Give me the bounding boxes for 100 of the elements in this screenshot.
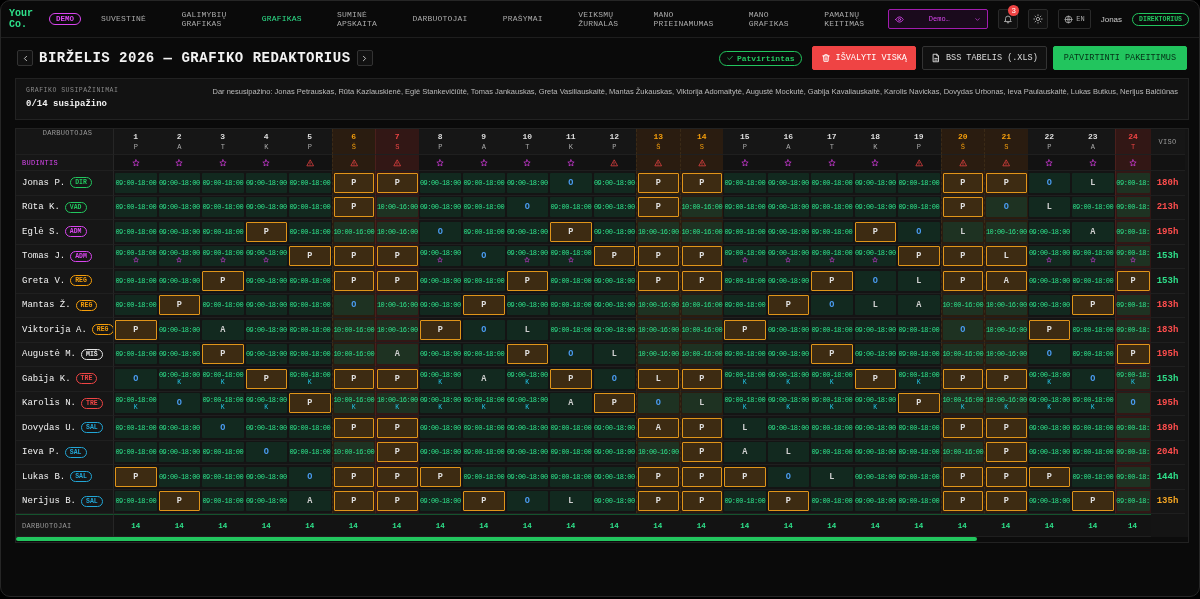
schedule-cell[interactable]: O bbox=[506, 491, 548, 512]
export-button[interactable]: BSS TABELIS (.XLS) bbox=[921, 46, 1047, 70]
schedule-cell[interactable]: O bbox=[245, 442, 287, 463]
schedule-cell[interactable]: P bbox=[333, 466, 374, 487]
schedule-cell[interactable]: O bbox=[333, 295, 374, 316]
schedule-cell[interactable]: O bbox=[1028, 344, 1070, 365]
clear-all-button[interactable]: IŠVALYTI VISKĄ bbox=[811, 46, 916, 70]
schedule-cell[interactable]: P bbox=[463, 491, 505, 512]
schedule-cell[interactable]: A bbox=[898, 295, 940, 316]
schedule-cell[interactable]: P bbox=[245, 368, 287, 389]
schedule-cell[interactable]: L bbox=[638, 368, 679, 389]
schedule-cell[interactable]: L bbox=[506, 319, 548, 340]
schedule-cell[interactable]: P bbox=[1116, 270, 1150, 291]
schedule-cell[interactable]: P bbox=[986, 491, 1027, 512]
schedule-cell[interactable]: P bbox=[419, 466, 461, 487]
schedule-cell[interactable]: P bbox=[681, 246, 722, 267]
nav-tab[interactable]: DARBUOTOJAI bbox=[412, 14, 468, 24]
schedule-cell[interactable]: A bbox=[202, 319, 244, 340]
schedule-cell[interactable]: P bbox=[681, 368, 722, 389]
schedule-cell[interactable]: P bbox=[681, 172, 722, 193]
schedule-cell[interactable]: P bbox=[638, 491, 679, 512]
schedule-cell[interactable]: A bbox=[550, 393, 592, 414]
schedule-cell[interactable]: A bbox=[289, 491, 331, 512]
schedule-cell[interactable]: L bbox=[1028, 197, 1070, 218]
schedule-cell[interactable]: P bbox=[898, 246, 940, 267]
schedule-cell[interactable]: P bbox=[333, 197, 374, 218]
schedule-cell[interactable]: P bbox=[506, 344, 548, 365]
schedule-cell[interactable]: O bbox=[115, 368, 157, 389]
schedule-cell[interactable]: P bbox=[986, 368, 1027, 389]
schedule-cell[interactable]: P bbox=[681, 417, 722, 438]
schedule-cell[interactable]: P bbox=[506, 270, 548, 291]
schedule-cell[interactable]: P bbox=[377, 442, 418, 463]
schedule-cell[interactable]: O bbox=[811, 295, 853, 316]
schedule-cell[interactable]: P bbox=[942, 197, 983, 218]
schedule-cell[interactable]: A bbox=[724, 442, 766, 463]
nav-tab[interactable]: PAMAINŲ KEITIMAS bbox=[824, 9, 865, 29]
schedule-cell[interactable]: P bbox=[1072, 295, 1114, 316]
schedule-cell[interactable]: L bbox=[854, 295, 896, 316]
schedule-cell[interactable]: P bbox=[115, 319, 157, 340]
schedule-cell[interactable]: P bbox=[811, 270, 853, 291]
schedule-cell[interactable]: O bbox=[854, 270, 896, 291]
schedule-cell[interactable]: P bbox=[419, 319, 461, 340]
schedule-cell[interactable]: P bbox=[854, 368, 896, 389]
nav-tab[interactable]: PRAŠYMAI bbox=[502, 14, 543, 24]
schedule-cell[interactable]: P bbox=[377, 246, 418, 267]
schedule-cell[interactable]: P bbox=[986, 172, 1027, 193]
schedule-cell[interactable]: P bbox=[986, 442, 1027, 463]
schedule-cell[interactable]: P bbox=[854, 221, 896, 242]
schedule-cell[interactable]: P bbox=[377, 368, 418, 389]
nav-tab[interactable]: SUMINĖ APSKAITA bbox=[337, 9, 378, 29]
schedule-cell[interactable]: P bbox=[1028, 466, 1070, 487]
schedule-cell[interactable]: P bbox=[942, 270, 983, 291]
nav-tab[interactable]: MANO GRAFIKAS bbox=[748, 9, 789, 29]
schedule-cell[interactable]: O bbox=[550, 344, 592, 365]
schedule-cell[interactable]: P bbox=[681, 491, 722, 512]
schedule-cell[interactable]: P bbox=[1028, 319, 1070, 340]
schedule-cell[interactable]: O bbox=[158, 393, 200, 414]
schedule-cell[interactable]: P bbox=[681, 466, 722, 487]
schedule-cell[interactable]: P bbox=[333, 172, 374, 193]
schedule-cell[interactable]: O bbox=[1028, 172, 1070, 193]
schedule-cell[interactable]: P bbox=[767, 491, 809, 512]
schedule-cell[interactable]: A bbox=[638, 417, 679, 438]
schedule-cell[interactable]: A bbox=[463, 368, 505, 389]
previous-month-button[interactable] bbox=[17, 50, 33, 66]
schedule-cell[interactable]: P bbox=[377, 270, 418, 291]
schedule-cell[interactable]: P bbox=[898, 393, 940, 414]
schedule-cell[interactable]: O bbox=[202, 417, 244, 438]
schedule-cell[interactable]: P bbox=[638, 197, 679, 218]
scrollbar-thumb[interactable] bbox=[16, 537, 978, 541]
schedule-cell[interactable]: P bbox=[550, 221, 592, 242]
schedule-cell[interactable]: A bbox=[986, 270, 1027, 291]
schedule-cell[interactable]: P bbox=[333, 368, 374, 389]
schedule-cell[interactable]: O bbox=[289, 466, 331, 487]
schedule-cell[interactable]: O bbox=[898, 221, 940, 242]
schedule-cell[interactable]: P bbox=[377, 466, 418, 487]
schedule-cell[interactable]: P bbox=[377, 417, 418, 438]
schedule-cell[interactable]: P bbox=[463, 295, 505, 316]
schedule-cell[interactable]: P bbox=[724, 319, 766, 340]
schedule-cell[interactable]: O bbox=[550, 172, 592, 193]
schedule-cell[interactable]: P bbox=[245, 221, 287, 242]
next-month-button[interactable] bbox=[356, 50, 373, 66]
schedule-cell[interactable]: P bbox=[202, 344, 244, 365]
schedule-cell[interactable]: L bbox=[724, 417, 766, 438]
schedule-cell[interactable]: P bbox=[767, 295, 809, 316]
schedule-cell[interactable]: P bbox=[638, 466, 679, 487]
schedule-cell[interactable]: L bbox=[898, 270, 940, 291]
schedule-cell[interactable]: P bbox=[942, 417, 983, 438]
schedule-cell[interactable]: P bbox=[202, 270, 244, 291]
nav-tab[interactable]: SUVESTINĖ bbox=[101, 14, 147, 24]
confirm-button[interactable]: PATVIRTINTI PAKEITIMUS bbox=[1052, 46, 1187, 70]
schedule-cell[interactable]: P bbox=[638, 270, 679, 291]
nav-tab[interactable]: MANO PRIEINAMUMAS bbox=[653, 9, 714, 29]
schedule-cell[interactable]: L bbox=[986, 246, 1027, 267]
schedule-cell[interactable]: O bbox=[767, 466, 809, 487]
schedule-cell[interactable]: P bbox=[158, 491, 200, 512]
schedule-cell[interactable]: O bbox=[463, 319, 505, 340]
schedule-cell[interactable]: P bbox=[289, 246, 331, 267]
nav-tab[interactable]: VEIKSMŲ ŽURNALAS bbox=[578, 9, 619, 29]
schedule-cell[interactable]: L bbox=[681, 393, 722, 414]
schedule-cell[interactable]: P bbox=[333, 417, 374, 438]
